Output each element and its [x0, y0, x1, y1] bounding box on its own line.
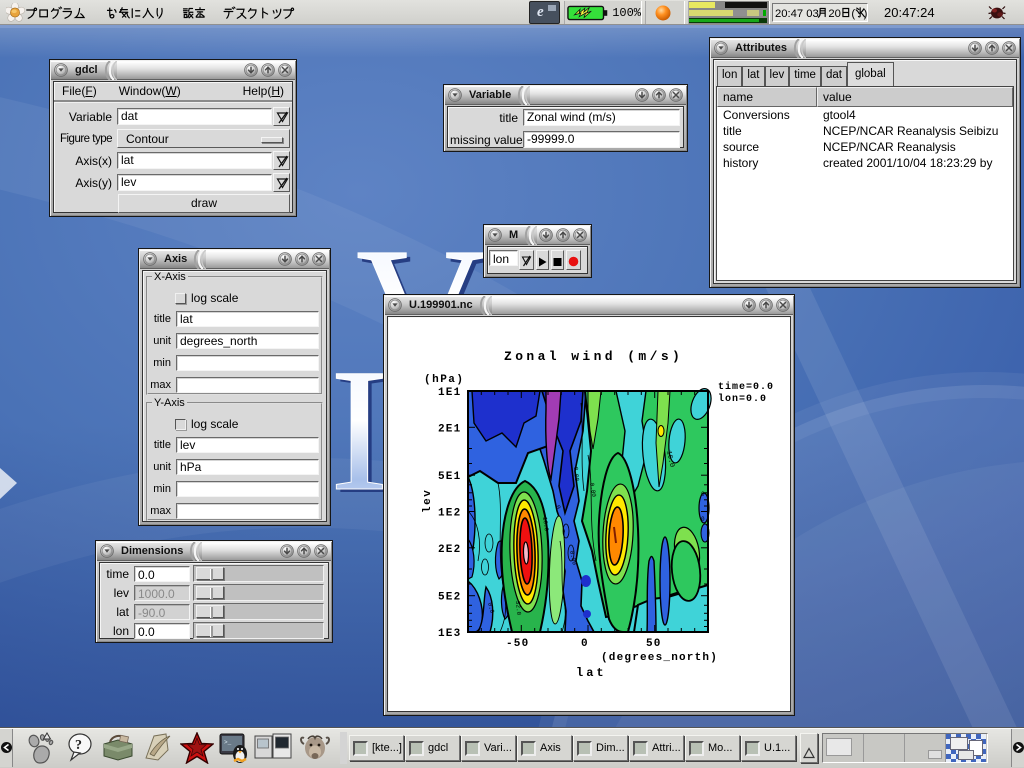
- svg-text:50: 50: [646, 638, 662, 650]
- svg-text:lon=0.0: lon=0.0: [718, 393, 767, 405]
- svg-text:0: 0: [701, 491, 705, 498]
- svg-text:1E3: 1E3: [438, 628, 461, 640]
- svg-text:>_: >_: [224, 739, 232, 746]
- svg-text:0: 0: [701, 516, 705, 523]
- svg-text:Zonal wind (m/s): Zonal wind (m/s): [504, 349, 683, 364]
- svg-text:lev: lev: [422, 489, 434, 513]
- svg-text:time=0.0: time=0.0: [718, 381, 774, 393]
- svg-text:(: (: [851, 7, 855, 19]
- svg-text:1E2: 1E2: [438, 508, 461, 520]
- svg-text:2E2: 2E2: [438, 544, 461, 556]
- svg-text:1E1: 1E1: [438, 387, 461, 399]
- svg-text:0: 0: [581, 638, 589, 650]
- svg-text:lat: lat: [576, 666, 607, 680]
- svg-text:20: 20: [828, 7, 841, 19]
- svg-text:32.0: 32.0: [514, 601, 522, 616]
- svg-text:2E1: 2E1: [438, 423, 461, 435]
- svg-text:(hPa): (hPa): [424, 374, 465, 386]
- svg-text:20:47 03: 20:47 03: [775, 7, 819, 19]
- svg-text:5E2: 5E2: [438, 592, 461, 604]
- svg-text:?: ?: [75, 738, 82, 753]
- svg-text:-50: -50: [506, 638, 529, 650]
- svg-text:): ): [864, 7, 867, 19]
- svg-text:(degrees_north): (degrees_north): [601, 652, 718, 664]
- svg-text:0.00: 0.00: [572, 467, 580, 482]
- svg-text:5E1: 5E1: [438, 471, 461, 483]
- svg-text:I: I: [330, 333, 389, 528]
